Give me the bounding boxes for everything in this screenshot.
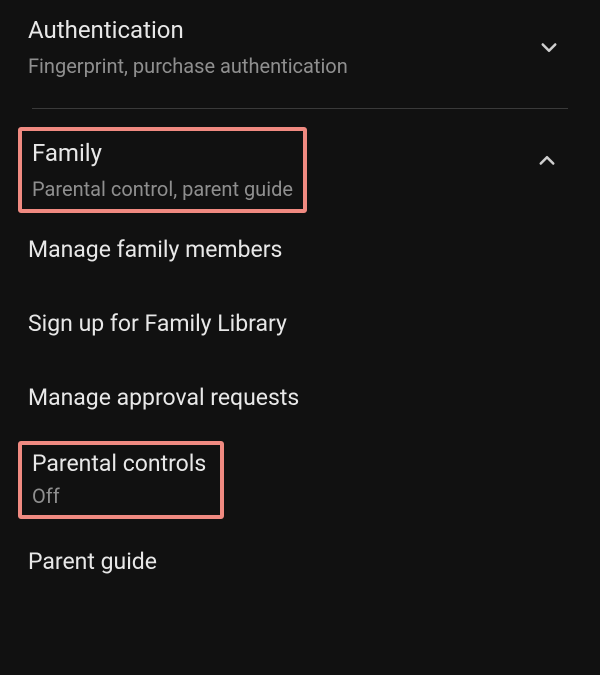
authentication-subtitle: Fingerprint, purchase authentication	[28, 52, 530, 80]
parental-controls-highlight: Parental controls Off	[18, 441, 224, 519]
family-highlight: Family Parental control, parent guide	[18, 127, 307, 213]
item-label: Sign up for Family Library	[28, 309, 572, 339]
family-title: Family	[32, 137, 293, 169]
manage-family-members[interactable]: Manage family members	[10, 213, 590, 287]
chevron-down-icon	[534, 32, 564, 62]
parental-controls-value: Off	[32, 483, 206, 509]
parent-guide[interactable]: Parent guide	[10, 521, 590, 599]
chevron-up-icon	[532, 146, 562, 176]
item-label: Manage approval requests	[28, 383, 572, 413]
item-label: Manage family members	[28, 235, 572, 265]
signup-family-library[interactable]: Sign up for Family Library	[10, 287, 590, 361]
authentication-section[interactable]: Authentication Fingerprint, purchase aut…	[10, 0, 590, 94]
item-label: Parent guide	[28, 547, 572, 577]
authentication-title: Authentication	[28, 14, 530, 46]
family-subtitle: Parental control, parent guide	[32, 175, 293, 203]
parental-controls[interactable]: Parental controls Off	[10, 435, 590, 521]
parental-controls-label: Parental controls	[32, 449, 206, 479]
manage-approval-requests[interactable]: Manage approval requests	[10, 361, 590, 435]
family-section[interactable]: Family Parental control, parent guide	[10, 109, 590, 213]
